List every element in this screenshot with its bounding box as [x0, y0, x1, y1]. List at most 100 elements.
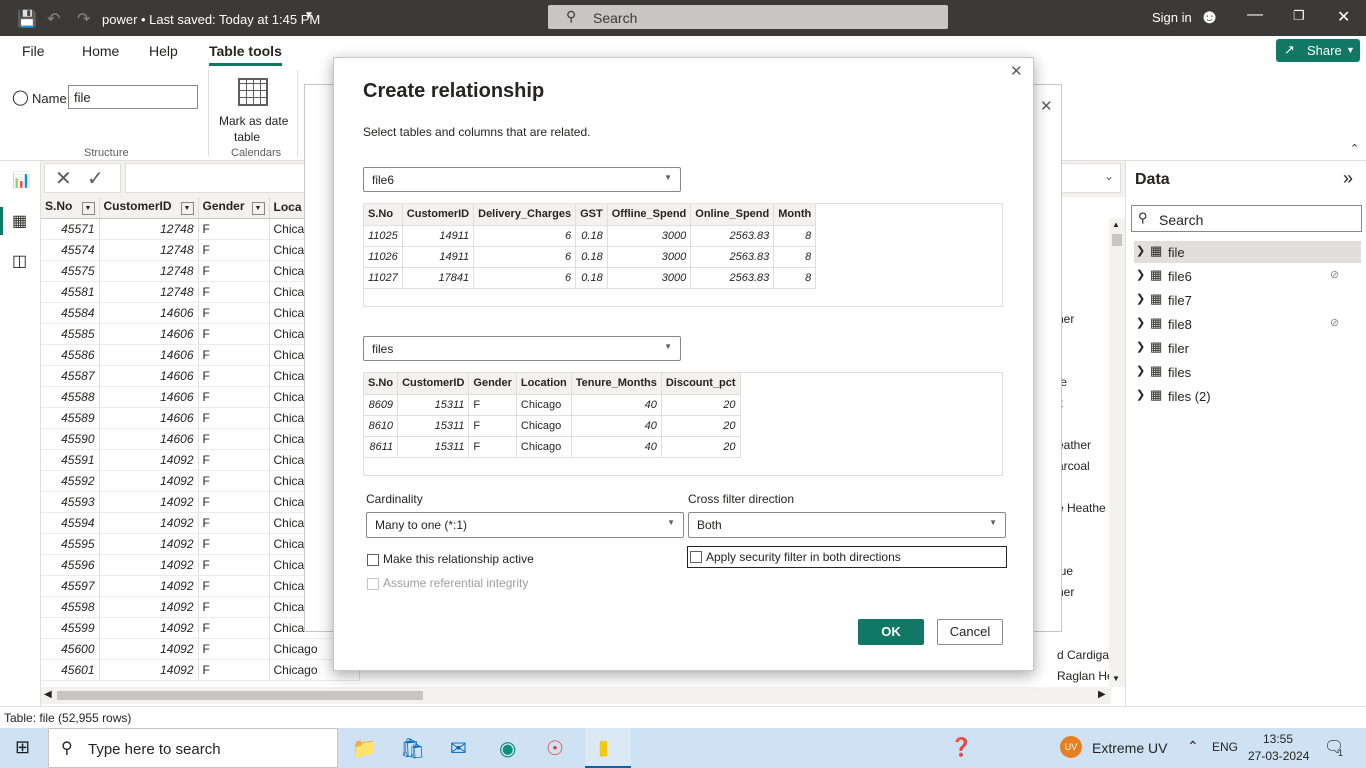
scroll-right-icon[interactable]: ▶ — [1098, 689, 1106, 700]
preview-cell[interactable]: Chicago — [516, 415, 572, 437]
preview-cell[interactable]: 17841 — [402, 267, 475, 289]
table-list-item[interactable]: ❯ ▦ files (2) — [1134, 385, 1361, 407]
help-icon[interactable]: ❓ — [950, 737, 972, 758]
preview-cell[interactable]: 2563.83 — [690, 267, 775, 289]
table-cell[interactable]: 45596 — [41, 554, 100, 576]
ok-button[interactable]: OK — [858, 619, 924, 645]
table-cell[interactable]: 14092 — [99, 554, 199, 576]
preview-cell[interactable]: 20 — [661, 436, 741, 458]
table-cell[interactable]: 14606 — [99, 365, 199, 387]
chevron-right-icon[interactable]: ❯ — [1136, 292, 1145, 305]
cardinality-select[interactable]: Many to one (*:1) ▼ — [366, 512, 684, 538]
preview-cell[interactable]: 15311 — [397, 415, 470, 437]
table-cell[interactable]: 14092 — [99, 449, 199, 471]
table-cell[interactable]: 45592 — [41, 470, 100, 492]
table-cell[interactable]: 45597 — [41, 575, 100, 597]
column-header[interactable]: CustomerID ▼ — [99, 197, 199, 219]
security-filter-label[interactable]: Apply security filter in both directions — [706, 550, 901, 564]
preview-cell[interactable]: 14911 — [402, 225, 475, 247]
table-cell[interactable]: 14606 — [99, 302, 199, 324]
hidden-eye-icon[interactable]: ⊘ — [1330, 316, 1339, 329]
file-explorer-icon[interactable]: 📁 — [352, 736, 377, 761]
table-cell[interactable]: F — [198, 344, 270, 366]
chevron-right-icon[interactable]: ❯ — [1136, 244, 1145, 257]
preview-cell[interactable]: 0.18 — [575, 225, 608, 247]
table-cell[interactable]: 45586 — [41, 344, 100, 366]
table-cell[interactable]: 14092 — [99, 470, 199, 492]
preview-cell[interactable]: 3000 — [607, 225, 692, 247]
chevron-right-icon[interactable]: ❯ — [1136, 388, 1145, 401]
table-cell[interactable]: F — [198, 491, 270, 513]
preview-cell[interactable]: 6 — [473, 225, 577, 247]
preview-cell[interactable]: 11025 — [364, 225, 403, 247]
preview-cell[interactable]: 8 — [773, 246, 817, 268]
table-cell[interactable]: 45599 — [41, 617, 100, 639]
search-box[interactable]: ⚲ Search — [548, 5, 948, 29]
table-cell[interactable]: 12748 — [99, 281, 199, 303]
table-cell[interactable]: 45571 — [41, 218, 100, 240]
preview-cell[interactable]: 15311 — [397, 436, 470, 458]
table-cell[interactable]: 14092 — [99, 638, 199, 660]
table-cell[interactable]: F — [198, 449, 270, 471]
redo-icon[interactable]: ↷ — [77, 9, 90, 29]
table-cell[interactable]: F — [198, 554, 270, 576]
table-cell[interactable]: 45574 — [41, 239, 100, 261]
table-cell[interactable]: 45584 — [41, 302, 100, 324]
language-indicator[interactable]: ENG — [1212, 740, 1238, 754]
preview-cell[interactable]: 40 — [571, 394, 662, 416]
table-cell[interactable]: F — [198, 218, 270, 240]
table-cell[interactable]: F — [198, 512, 270, 534]
table-cell[interactable]: F — [198, 638, 270, 660]
uv-weather-icon[interactable]: UV — [1060, 736, 1082, 758]
table-cell[interactable]: F — [198, 533, 270, 555]
preview-cell[interactable]: 8611 — [364, 436, 399, 458]
preview-cell[interactable]: 3000 — [607, 267, 692, 289]
chevron-right-icon[interactable]: ❯ — [1136, 340, 1145, 353]
preview-cell[interactable]: 8610 — [364, 415, 399, 437]
chevron-down-icon[interactable]: ▼ — [304, 10, 314, 21]
table-list-item[interactable]: ❯ ▦ file8 ⊘ — [1134, 313, 1361, 335]
store-icon[interactable]: 🛍 — [400, 736, 425, 761]
table-cell[interactable]: 12748 — [99, 260, 199, 282]
table-cell[interactable]: 45598 — [41, 596, 100, 618]
preview-cell[interactable]: 8 — [773, 267, 817, 289]
table-cell[interactable]: 14606 — [99, 428, 199, 450]
chrome-icon[interactable]: ☉ — [546, 736, 564, 761]
preview-cell[interactable]: 20 — [661, 394, 741, 416]
preview-cell[interactable]: 40 — [571, 415, 662, 437]
table-cell[interactable]: 45575 — [41, 260, 100, 282]
preview-cell[interactable]: 2563.83 — [690, 225, 775, 247]
scroll-left-icon[interactable]: ◀ — [44, 689, 52, 700]
table-cell[interactable]: 45590 — [41, 428, 100, 450]
scroll-up-icon[interactable]: ▲ — [1112, 220, 1120, 229]
table1-select[interactable]: file6 ▼ — [363, 167, 681, 192]
horizontal-scrollbar[interactable]: ◀ ▶ — [41, 687, 1111, 704]
preview-cell[interactable]: 8609 — [364, 394, 399, 416]
preview-cell[interactable]: Chicago — [516, 394, 572, 416]
preview-cell[interactable]: F — [468, 415, 517, 437]
tab-home[interactable]: Home — [82, 43, 119, 59]
preview-cell[interactable]: 0.18 — [575, 267, 608, 289]
table-list-item[interactable]: ❯ ▦ files — [1134, 361, 1361, 383]
save-icon[interactable]: 💾 — [17, 9, 37, 29]
collapse-ribbon-icon[interactable]: ⌃ — [1350, 142, 1359, 155]
referential-integrity-label[interactable]: Assume referential integrity — [383, 576, 528, 590]
table-cell[interactable]: 14606 — [99, 407, 199, 429]
chevron-down-icon[interactable]: ⌄ — [1104, 169, 1114, 183]
chevron-right-icon[interactable]: ❯ — [1136, 316, 1145, 329]
name-input[interactable]: file — [68, 85, 198, 109]
preview-cell[interactable]: 8 — [773, 225, 817, 247]
mail-icon[interactable]: ✉ — [450, 736, 467, 761]
table-cell[interactable]: F — [198, 617, 270, 639]
table-cell[interactable]: 45589 — [41, 407, 100, 429]
table-cell[interactable]: F — [198, 428, 270, 450]
table-cell[interactable]: F — [198, 470, 270, 492]
vertical-scrollbar[interactable]: ▲ ▼ — [1109, 218, 1125, 687]
preview-cell[interactable]: 15311 — [397, 394, 470, 416]
table-cell[interactable]: 45601 — [41, 659, 100, 681]
scroll-thumb[interactable] — [57, 691, 423, 700]
table-cell[interactable]: F — [198, 239, 270, 261]
table-cell[interactable]: F — [198, 281, 270, 303]
scroll-thumb[interactable] — [1112, 234, 1122, 246]
preview-cell[interactable]: 14911 — [402, 246, 475, 268]
